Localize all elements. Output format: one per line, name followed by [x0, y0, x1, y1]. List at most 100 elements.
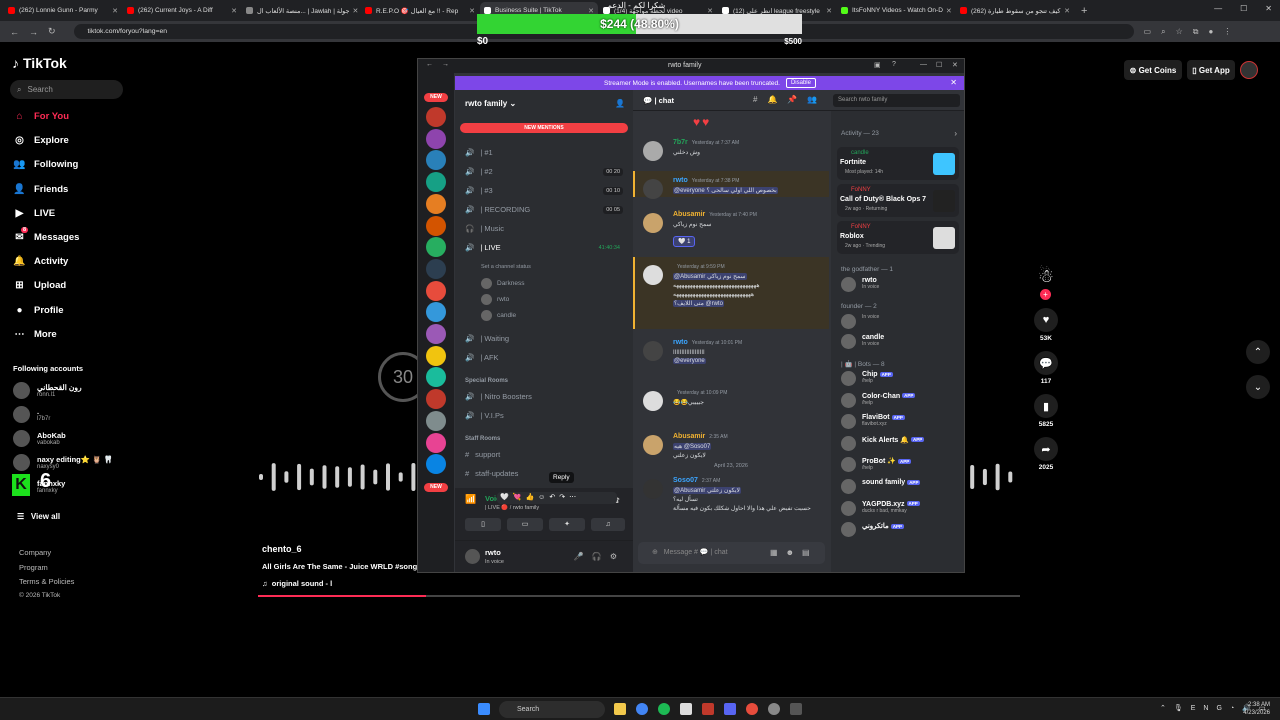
user-avatar[interactable] [1240, 61, 1258, 79]
server-icon[interactable] [426, 172, 446, 193]
footer-link[interactable]: Company [19, 548, 51, 557]
gift-icon[interactable]: ▦ [770, 548, 786, 557]
server-icon[interactable] [426, 107, 446, 127]
tab-close-icon[interactable]: ✕ [228, 7, 237, 15]
thumbs-react-icon[interactable]: 👍 [525, 494, 538, 501]
nav-item-upload[interactable]: ⊞ Upload [13, 280, 66, 291]
activity-card[interactable]: FoNNY Call of Duty® Black Ops 7 2w ago · R… [837, 184, 959, 217]
activity-card[interactable]: candle Fortnite Most played: 14h [837, 147, 959, 180]
forward-icon[interactable]: → [29, 27, 38, 37]
member-item[interactable]: ProBot ✨ APP/help [841, 457, 912, 473]
server-icon[interactable] [426, 324, 446, 344]
menu-icon[interactable]: ⋮ [1223, 27, 1231, 36]
text-channel[interactable]: # support [465, 450, 623, 459]
gear-icon[interactable]: ⚙ [610, 552, 625, 561]
member-item[interactable]: candle In voice [841, 334, 884, 349]
member-item[interactable]: In voice [841, 314, 879, 329]
member-item[interactable]: YAGPDB.xyz APP ducks r bad, mmkay [841, 500, 920, 516]
voice-channel-label[interactable]: | LIVE 🔴 / rwto family [485, 505, 539, 511]
server-icon[interactable] [426, 150, 446, 171]
app-icon[interactable] [768, 703, 780, 715]
following-account[interactable]: رون القحطاني ronn.l1 [13, 382, 82, 399]
avatar[interactable] [643, 391, 663, 411]
nav-item-activity[interactable]: 🔔 Activity [13, 256, 68, 267]
app-icon[interactable] [702, 703, 714, 715]
browser-tab[interactable]: (262) كيف تنجو من سقوط طيارة ✕ [956, 2, 1074, 19]
member-item[interactable]: sound family APP [841, 479, 921, 494]
voice-channel[interactable]: 🎧 | Music [465, 224, 623, 233]
like-action[interactable]: ♥ 53K [1034, 308, 1058, 342]
voice-channel[interactable]: 🔊 | RECORDING 00 05 [465, 205, 623, 214]
discord-icon[interactable] [724, 703, 736, 715]
apps-icon[interactable]: ▤ [802, 548, 818, 557]
voice-channel[interactable]: 🔊 | #1 [465, 148, 623, 157]
mic-icon[interactable]: 🎤 [574, 552, 592, 561]
server-icon[interactable] [426, 367, 446, 388]
minimize-icon[interactable]: — [920, 61, 927, 68]
footer-link[interactable]: Terms & Policies [19, 577, 74, 586]
love-react-icon[interactable]: 💘 [513, 494, 526, 501]
activity-card[interactable]: FoNNY Roblox 2w ago · Trending [837, 221, 959, 254]
message-author[interactable]: Abusamir Yesterday at 7:40 PM [673, 211, 757, 218]
following-account[interactable]: . l7b7r [13, 406, 50, 423]
help-icon[interactable]: ? [892, 61, 896, 68]
tiktok-logo[interactable]: ♪ TikTok [12, 55, 67, 71]
message-author[interactable]: Abusamir 2:35 AM [673, 433, 728, 440]
message-author[interactable]: Yesterday at 10:09 PM [673, 389, 727, 396]
tab-close-icon[interactable]: ✕ [823, 7, 832, 15]
headset-icon[interactable]: 🎧 [592, 552, 610, 561]
nav-item-explore[interactable]: ◎ Explore [13, 135, 69, 146]
member-item[interactable]: Chip APP/help [841, 371, 893, 386]
clock[interactable]: 2:38 AM 4/23/2026 [1243, 701, 1270, 717]
extensions-icon[interactable]: ⧉ [1193, 27, 1199, 37]
inbox-icon[interactable]: ▣ [874, 61, 881, 69]
bell-icon[interactable]: 🔔 [767, 95, 787, 104]
voice-channel[interactable]: 🔊 | V.I.Ps [465, 411, 623, 420]
footer-link[interactable]: Program [19, 563, 48, 572]
wifi-icon[interactable]: ◔ [1230, 705, 1242, 712]
server-icon[interactable] [426, 454, 446, 475]
video-author[interactable]: chento_6 [262, 544, 302, 554]
back-icon[interactable]: ← [426, 61, 433, 68]
cast-icon[interactable]: ▭ [1144, 27, 1152, 36]
spotify-icon[interactable] [658, 703, 670, 715]
activity-button[interactable]: ✦ [549, 518, 585, 531]
back-icon[interactable]: ← [10, 27, 19, 37]
avatar[interactable] [643, 265, 663, 285]
avatar[interactable] [643, 435, 663, 455]
voice-user[interactable]: rwto [481, 294, 509, 305]
nav-item-messages[interactable]: ✉ Messages 8 [13, 227, 79, 243]
message-author[interactable]: 7b7r Yesterday at 7:37 AM [673, 139, 739, 146]
category-header[interactable]: Staff Rooms [465, 436, 500, 442]
message-author[interactable]: Soso07 2:37 AM [673, 477, 720, 484]
server-icon[interactable] [426, 345, 446, 366]
forward-icon[interactable]: ↷ [559, 494, 569, 501]
voice-user[interactable]: candle [481, 310, 516, 321]
voice-channel[interactable]: 🔊 | AFK [465, 353, 623, 362]
tab-close-icon[interactable]: ✕ [943, 7, 952, 15]
member-item[interactable]: ماتكروني APP [841, 522, 904, 538]
get-app-button[interactable]: ▯ Get App [1187, 60, 1235, 80]
close-icon[interactable]: ✕ [1265, 4, 1272, 13]
avatar[interactable] [643, 141, 663, 161]
user-avatar[interactable] [465, 549, 480, 564]
taskbar-search[interactable]: Search [499, 701, 605, 718]
emoji-add-icon[interactable]: ☺ [538, 494, 549, 501]
chevron-right-icon[interactable]: › [954, 129, 957, 138]
voice-channel[interactable]: 🔊 | #2 00 20 [465, 167, 623, 176]
video-sound[interactable]: ♫ original sound - l [262, 579, 332, 588]
reload-icon[interactable]: ↻ [48, 26, 56, 37]
discord-search-input[interactable]: Search rwto family [833, 94, 960, 107]
avatar[interactable] [643, 341, 663, 361]
category-header[interactable]: Special Rooms [465, 378, 508, 384]
server-icon[interactable] [426, 215, 446, 236]
server-icon[interactable] [426, 410, 446, 431]
maximize-icon[interactable]: ☐ [936, 61, 942, 69]
voice-channel[interactable]: 🔊 | Waiting [465, 334, 623, 343]
view-all-link[interactable]: ☰ View all [17, 512, 60, 521]
tab-close-icon[interactable]: ✕ [109, 7, 118, 15]
add-member-icon[interactable]: 👤 [615, 99, 625, 108]
chevron-up-icon[interactable]: ⌃ [1246, 340, 1270, 364]
browser-tab[interactable]: (262) Current Joys - A Diff ✕ [123, 2, 241, 19]
member-item[interactable]: Kick Alerts 🔔 APP [841, 435, 925, 451]
